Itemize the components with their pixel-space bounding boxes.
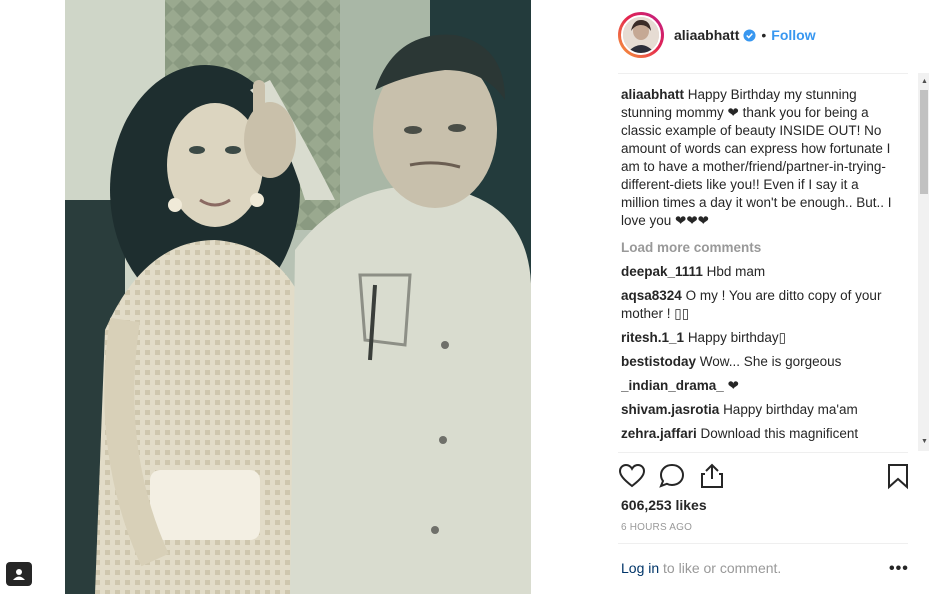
follow-button[interactable]: Follow <box>771 27 815 43</box>
header-username[interactable]: aliaabhatt <box>674 27 739 43</box>
divider <box>618 543 908 544</box>
avatar-image <box>621 15 661 55</box>
comment-username[interactable]: ritesh.1_1 <box>621 330 684 345</box>
comment-item: deepak_1111 Hbd mam <box>621 263 893 281</box>
comment-text: Download this magnificent <box>700 426 859 441</box>
post-photo[interactable] <box>65 0 531 594</box>
share-icon[interactable] <box>698 462 726 490</box>
more-options-button[interactable]: ••• <box>889 560 909 578</box>
comment-item: bestistoday Wow... She is gorgeous <box>621 353 893 371</box>
header-separator: • <box>761 27 767 43</box>
comment-text: Happy birthday▯ <box>687 330 787 345</box>
comment-item: _indian_drama_ ❤ <box>621 377 893 395</box>
login-prompt-text: to like or comment. <box>659 560 782 576</box>
comment-username[interactable]: aqsa8324 <box>621 288 682 303</box>
scroll-up-icon[interactable]: ▲ <box>921 78 928 85</box>
scrollbar-thumb[interactable] <box>920 90 928 194</box>
comment-text: ❤ <box>727 378 739 393</box>
comment-text: Hbd mam <box>706 264 766 279</box>
post-actions <box>618 462 910 490</box>
comment-username[interactable]: bestistoday <box>621 354 696 369</box>
scroll-down-icon[interactable]: ▼ <box>921 438 928 445</box>
comment-item: ritesh.1_1 Happy birthday▯ <box>621 329 893 347</box>
login-link[interactable]: Log in <box>621 560 659 576</box>
comment-text: Wow... She is gorgeous <box>699 354 842 369</box>
comment-text: Happy birthday ma'am <box>723 402 858 417</box>
avatar[interactable] <box>618 12 664 58</box>
comment-item: zehra.jaffari Download this magnificent <box>621 425 893 443</box>
heart-icon[interactable] <box>618 462 646 490</box>
verified-badge-icon <box>743 28 756 42</box>
comments-list: aliaabhatt Happy Birthday my stunning st… <box>621 86 893 452</box>
caption-username[interactable]: aliaabhatt <box>621 87 684 102</box>
login-prompt: Log in to like or comment. <box>621 560 781 576</box>
caption-text: Happy Birthday my stunning stunning momm… <box>621 87 892 228</box>
post-media-area <box>0 0 600 594</box>
bookmark-icon[interactable] <box>884 462 912 490</box>
post-side-panel: aliaabhatt • Follow aliaabhatt Happy Bir… <box>600 0 929 594</box>
comment-username[interactable]: _indian_drama_ <box>621 378 724 393</box>
likes-count[interactable]: 606,253 likes <box>621 497 707 513</box>
divider <box>618 452 908 453</box>
post-caption: aliaabhatt Happy Birthday my stunning st… <box>621 86 893 230</box>
comment-username[interactable]: zehra.jaffari <box>621 426 697 441</box>
comment-item: aqsa8324 O my ! You are ditto copy of yo… <box>621 287 893 323</box>
comment-item: shivam.jasrotia Happy birthday ma'am <box>621 401 893 419</box>
load-more-comments-button[interactable]: Load more comments <box>621 239 893 257</box>
tagged-users-icon[interactable] <box>6 562 32 586</box>
post-header: aliaabhatt • Follow <box>618 12 816 58</box>
divider <box>618 73 908 74</box>
comment-icon[interactable] <box>658 462 686 490</box>
comment-username[interactable]: deepak_1111 <box>621 264 703 279</box>
comment-username[interactable]: shivam.jasrotia <box>621 402 719 417</box>
post-timestamp[interactable]: 6 HOURS AGO <box>621 522 692 533</box>
